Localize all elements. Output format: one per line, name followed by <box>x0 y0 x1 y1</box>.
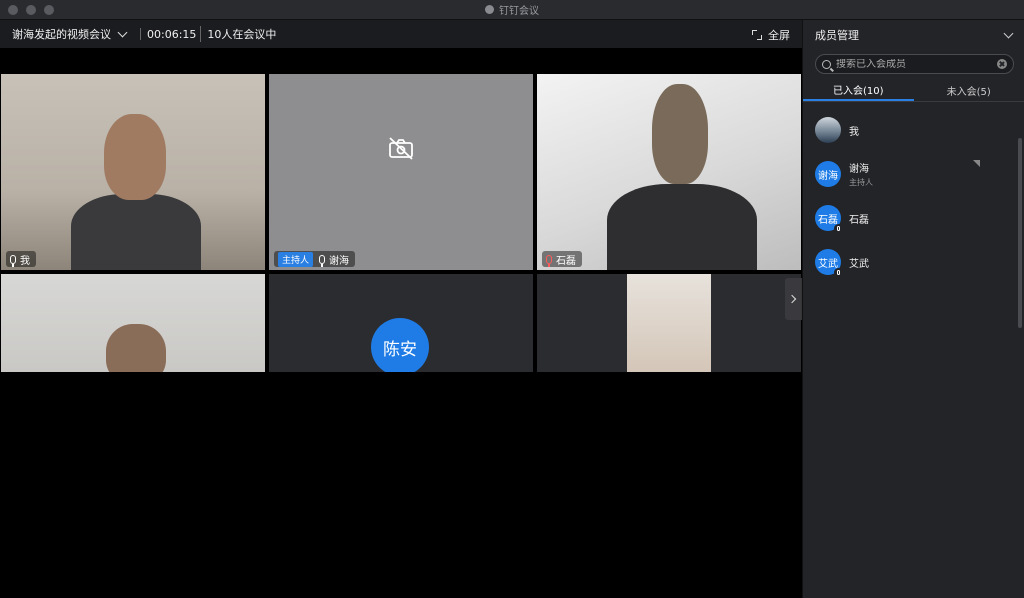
member-search <box>815 54 1014 74</box>
corner-marker-icon <box>973 160 980 167</box>
zoom-window-button[interactable] <box>44 5 54 15</box>
video-grid: 我 主持人 谢海 石磊 陈安 <box>0 48 802 598</box>
window-controls <box>8 5 54 15</box>
divider <box>140 28 141 40</box>
fullscreen-button[interactable]: 全屏 <box>752 27 790 43</box>
member-role: 主持人 <box>849 178 873 187</box>
tile-name: 石磊 <box>556 255 576 267</box>
title-bar: 钉钉会议 <box>0 0 1024 20</box>
search-input[interactable] <box>836 58 992 70</box>
list-item[interactable]: 谢海 谢海 主持人 <box>803 152 1024 196</box>
tab-not-joined[interactable]: 未入会(5) <box>914 80 1024 101</box>
meeting-title-dropdown[interactable]: 谢海发起的视频会议 <box>12 26 128 42</box>
video-tile-self[interactable]: 我 <box>1 74 265 270</box>
member-name: 谢海 <box>849 164 869 175</box>
video-tile-camera-off[interactable]: 陈安 <box>269 274 533 372</box>
clear-icon[interactable] <box>997 59 1007 69</box>
video-tile-participant[interactable] <box>1 274 265 372</box>
tile-label: 主持人 谢海 <box>274 251 356 267</box>
list-item[interactable]: 石磊 石磊 <box>803 196 1024 240</box>
fullscreen-icon <box>752 30 762 40</box>
close-window-button[interactable] <box>8 5 18 15</box>
member-list: 我 谢海 谢海 主持人 石磊 石磊 艾武 艾武 <box>803 102 1024 284</box>
avatar <box>815 117 841 143</box>
next-page-arrow-icon[interactable] <box>785 278 802 320</box>
avatar-text: 石磊 <box>818 214 838 226</box>
member-name: 石磊 <box>849 214 869 226</box>
chevron-down-icon <box>117 27 128 38</box>
microphone-icon <box>319 254 326 267</box>
dingtalk-logo-icon <box>485 5 494 14</box>
member-tabs: 已入会(10) 未入会(5) <box>803 80 1024 102</box>
avatar-text: 谢海 <box>818 170 838 182</box>
tile-name: 我 <box>20 255 30 267</box>
minimize-window-button[interactable] <box>26 5 36 15</box>
app-title: 钉钉会议 <box>485 2 539 17</box>
meeting-title: 谢海发起的视频会议 <box>12 28 111 41</box>
tile-label: 我 <box>6 251 36 267</box>
avatar: 艾武 <box>815 249 843 277</box>
video-tile-participant[interactable] <box>537 274 801 372</box>
member-name: 艾武 <box>849 258 869 270</box>
tab-joined[interactable]: 已入会(10) <box>803 80 914 101</box>
scrollbar[interactable] <box>1018 138 1022 328</box>
meeting-timer: 00:06:15 <box>147 27 197 41</box>
avatar: 陈安 <box>371 318 429 372</box>
tile-name: 谢海 <box>329 255 350 267</box>
meeting-toolbar: 谢海发起的视频会议 00:06:15 10人在会议中 全屏 <box>0 20 802 48</box>
host-badge: 主持人 <box>278 251 314 267</box>
microphone-muted-icon <box>546 254 552 267</box>
video-tile-host[interactable]: 主持人 谢海 <box>269 74 533 270</box>
panel-header: 成员管理 <box>803 20 1024 50</box>
microphone-icon <box>834 268 843 277</box>
microphone-icon <box>834 224 843 233</box>
participant-count: 10人在会议中 <box>200 26 276 42</box>
search-icon <box>822 59 831 69</box>
tile-label: 石磊 <box>542 251 582 267</box>
list-item[interactable]: 我 <box>803 108 1024 152</box>
member-panel: 成员管理 已入会(10) 未入会(5) 我 谢海 谢海 主持人 石磊 <box>802 20 1024 598</box>
microphone-icon <box>10 254 16 267</box>
avatar-text: 艾武 <box>818 258 838 270</box>
chevron-down-icon[interactable] <box>1003 28 1014 39</box>
camera-off-icon <box>389 137 413 160</box>
participant-video <box>627 274 711 372</box>
app-title-text: 钉钉会议 <box>499 6 539 17</box>
avatar: 谢海 <box>815 161 841 187</box>
panel-title: 成员管理 <box>815 29 859 42</box>
video-tile-participant[interactable]: 石磊 <box>537 74 801 270</box>
avatar: 石磊 <box>815 205 843 233</box>
list-item[interactable]: 艾武 艾武 <box>803 240 1024 284</box>
fullscreen-label: 全屏 <box>768 29 790 42</box>
member-name: 我 <box>849 126 859 138</box>
